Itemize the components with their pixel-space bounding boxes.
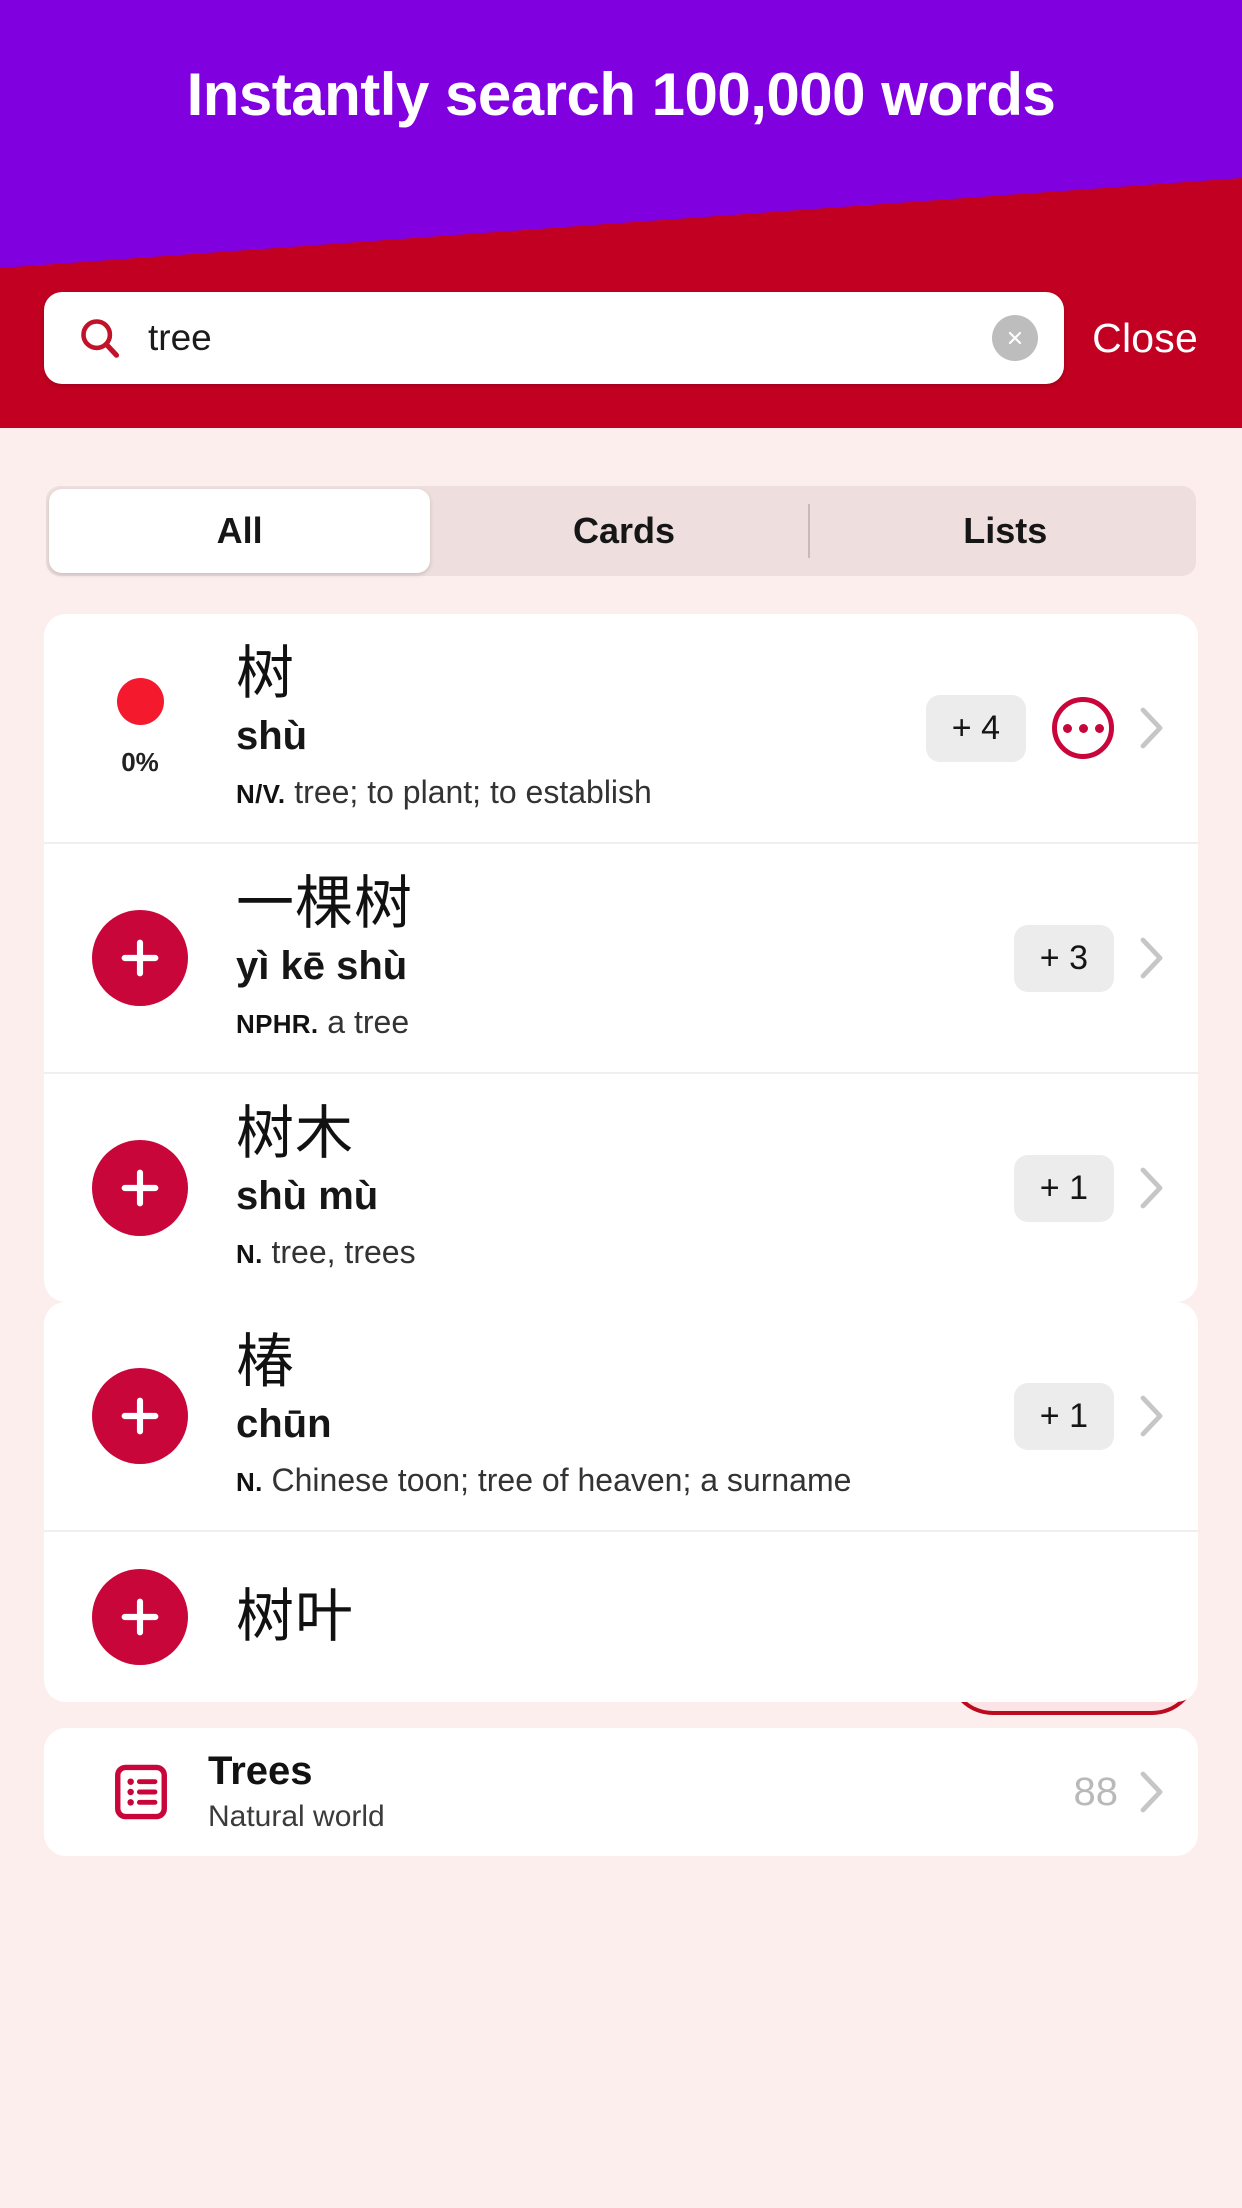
row-actions: + 1 [998, 1154, 1164, 1222]
row-lead-add[interactable] [44, 1140, 236, 1236]
table-row[interactable]: 树叶 [44, 1532, 1198, 1702]
tab-divider [808, 504, 810, 558]
row-content: 树木 shù mù N. tree, trees [236, 1074, 998, 1302]
tab-cards[interactable]: Cards [433, 486, 814, 576]
row-actions: + 1 [998, 1382, 1164, 1450]
word-definition: Chinese toon; tree of heaven; a surname [271, 1462, 852, 1498]
table-row[interactable]: 一棵树 yì kē shù NPHR. a tree + 3 [44, 844, 1198, 1074]
list-item-text: Trees Natural world [208, 1747, 1074, 1837]
word-hanzi: 椿 [236, 1329, 296, 1394]
chevron-right-icon [1140, 1167, 1163, 1209]
list-item-name: Trees [208, 1749, 313, 1793]
search-input[interactable]: tree [44, 292, 1065, 384]
chevron-right-icon [1140, 937, 1163, 979]
chevron-right-icon [1140, 1395, 1163, 1437]
list-document-icon [110, 1761, 172, 1823]
chevron-right-icon [1140, 1771, 1163, 1813]
results-card-group-bottom: 椿 chūn N. Chinese toon; tree of heaven; … [44, 1302, 1198, 1702]
word-gloss: N/V. tree; to plant; to establish [236, 770, 910, 816]
close-icon[interactable] [992, 315, 1039, 361]
word-hanzi: 树 [236, 641, 296, 706]
word-pinyin: chūn [236, 1402, 332, 1446]
row-content: 一棵树 yì kē shù NPHR. a tree [236, 844, 998, 1072]
word-part-of-speech: N. [236, 1239, 263, 1269]
results-card-group-top: 0% 树 shù N/V. tree; to plant; to establi… [44, 614, 1198, 1302]
list-item-subtitle: Natural world [208, 1800, 385, 1833]
table-row[interactable]: 0% 树 shù N/V. tree; to plant; to establi… [44, 614, 1198, 844]
row-lead-add[interactable] [44, 1569, 236, 1665]
tab-lists[interactable]: Lists [815, 486, 1196, 576]
word-pinyin: yì kē shù [236, 944, 408, 988]
row-actions: + 3 [998, 924, 1164, 992]
row-content: 椿 chūn N. Chinese toon; tree of heaven; … [236, 1302, 998, 1530]
word-definition: tree, trees [271, 1234, 416, 1270]
progress-percent: 0% [121, 747, 159, 777]
table-row[interactable]: 树木 shù mù N. tree, trees + 1 [44, 1074, 1198, 1302]
count-badge[interactable]: + 1 [1013, 1154, 1114, 1222]
row-lead-progress[interactable]: 0% [44, 678, 236, 778]
word-hanzi: 树叶 [236, 1584, 355, 1649]
row-content: 树叶 [236, 1557, 1148, 1677]
tab-all-label: All [216, 510, 263, 551]
clear-x-icon [1009, 331, 1022, 345]
word-hanzi: 树木 [236, 1101, 355, 1166]
row-actions: + 4 [910, 694, 1164, 762]
list-item[interactable]: Trees Natural world 88 [44, 1728, 1198, 1856]
list-item-count: 88 [1073, 1769, 1119, 1814]
row-lead-add[interactable] [44, 910, 236, 1006]
add-icon[interactable] [92, 1368, 188, 1464]
count-badge[interactable]: + 3 [1013, 924, 1114, 992]
app-screen: All Cards Lists 0% 树 shù N/V. tree; to p… [0, 0, 1242, 2208]
add-icon[interactable] [92, 1140, 188, 1236]
add-icon[interactable] [92, 910, 188, 1006]
search-input-value[interactable]: tree [148, 316, 992, 360]
table-row[interactable]: 椿 chūn N. Chinese toon; tree of heaven; … [44, 1302, 1198, 1532]
row-content: 树 shù N/V. tree; to plant; to establish [236, 614, 910, 842]
tab-lists-label: Lists [963, 510, 1048, 551]
count-badge[interactable]: + 1 [1013, 1382, 1114, 1450]
search-bar-row: tree Close [0, 288, 1242, 388]
search-results-content: All Cards Lists 0% 树 shù N/V. tree; to p… [0, 428, 1242, 2208]
progress-dot-icon [116, 678, 164, 725]
row-lead-add[interactable] [44, 1368, 236, 1464]
word-pinyin: shù mù [236, 1174, 379, 1218]
tab-all[interactable]: All [49, 489, 431, 573]
close-button[interactable]: Close [1092, 315, 1198, 362]
chevron-right-icon [1140, 707, 1163, 749]
promo-title: Instantly search 100,000 words [186, 61, 1056, 128]
word-part-of-speech: N/V. [236, 779, 286, 809]
word-hanzi: 一棵树 [236, 871, 414, 936]
word-definition: tree; to plant; to establish [294, 774, 652, 810]
word-pinyin: shù [236, 714, 308, 758]
count-badge[interactable]: + 4 [925, 694, 1026, 762]
search-icon [81, 319, 120, 358]
tab-cards-label: Cards [572, 510, 676, 551]
word-part-of-speech: NPHR. [236, 1009, 319, 1039]
add-icon[interactable] [92, 1569, 188, 1665]
more-dots-icon[interactable] [1052, 697, 1114, 759]
word-definition: a tree [327, 1004, 410, 1040]
results-filter-tabs: All Cards Lists [46, 486, 1196, 576]
word-gloss: NPHR. a tree [236, 1000, 998, 1046]
word-part-of-speech: N. [236, 1467, 263, 1497]
word-gloss: N. Chinese toon; tree of heaven; a surna… [236, 1458, 998, 1504]
word-gloss: N. tree, trees [236, 1230, 998, 1276]
